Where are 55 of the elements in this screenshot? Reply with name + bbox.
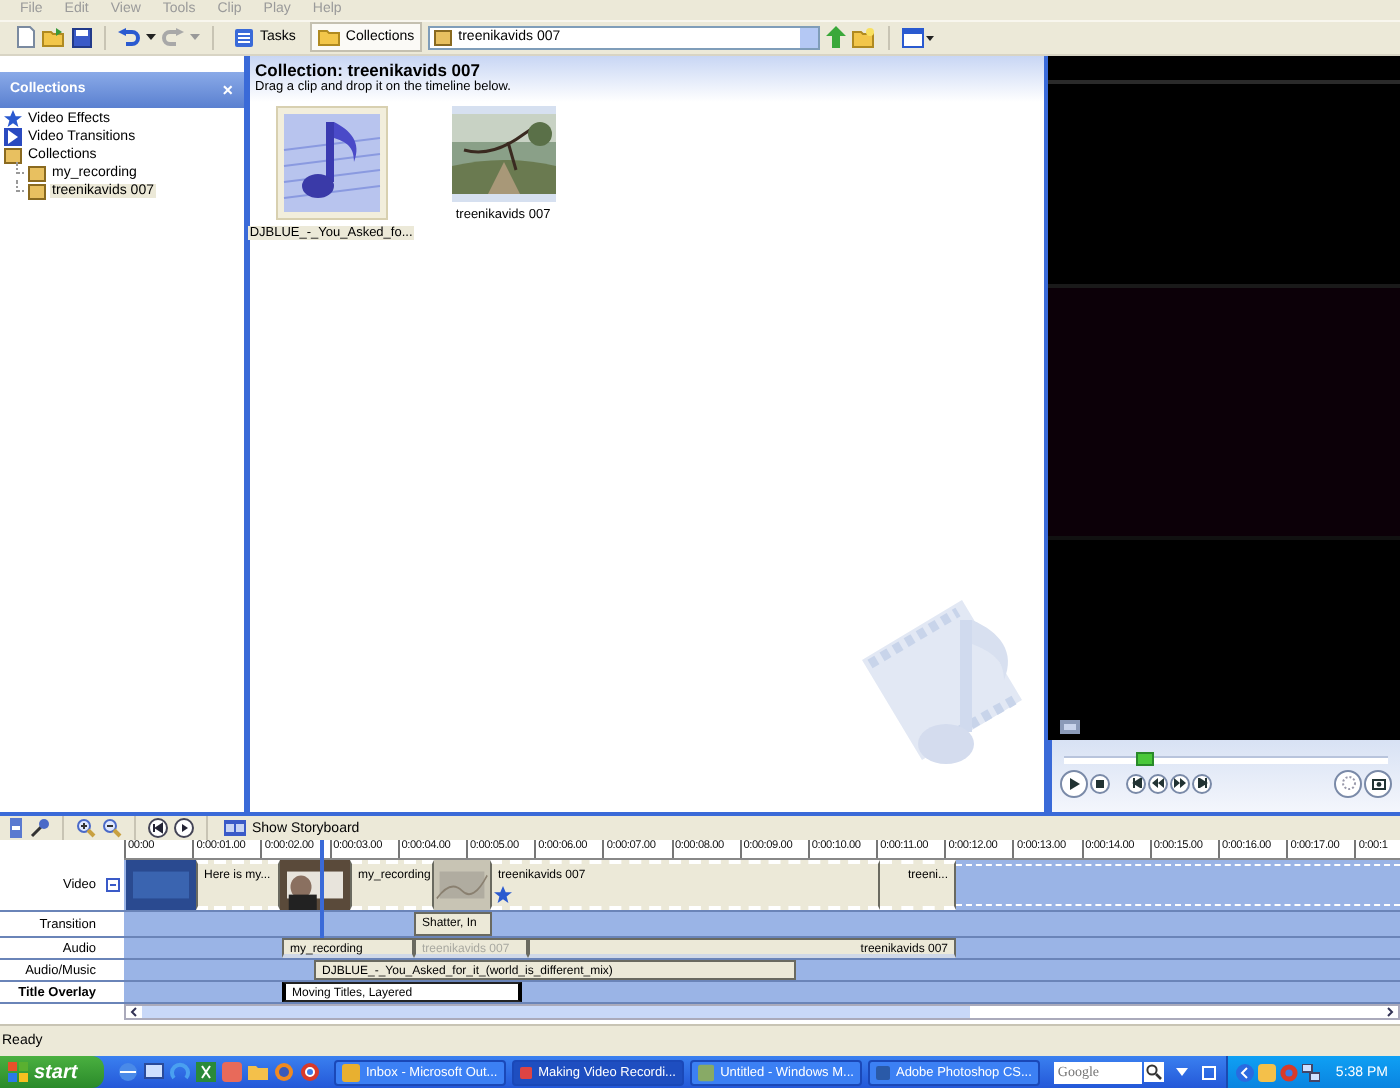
spreadsheet-icon[interactable] [195, 1062, 216, 1082]
app-icon [519, 1063, 533, 1081]
zoom-in-icon[interactable] [76, 818, 96, 839]
play-button[interactable] [1060, 769, 1088, 798]
app-icon [697, 1063, 715, 1081]
stop-icon [1096, 779, 1104, 788]
dotted-circle-icon [1341, 776, 1355, 791]
seek-thumb[interactable] [1135, 751, 1154, 766]
microphone-icon[interactable] [30, 818, 50, 839]
app-icon [341, 1063, 360, 1081]
skip-forward-icon [1197, 778, 1207, 789]
search-icon[interactable] [1143, 1062, 1164, 1082]
view-options-icon[interactable] [902, 27, 935, 48]
scroll-right-icon[interactable] [1382, 1006, 1398, 1019]
star-icon [4, 109, 22, 128]
undo-icon[interactable] [118, 27, 140, 48]
camera-icon [1371, 776, 1385, 791]
app-icon [875, 1063, 890, 1081]
browser-icon[interactable] [117, 1062, 138, 1082]
save-icon[interactable] [72, 27, 92, 48]
play-icon[interactable] [174, 818, 194, 839]
rewind-icon [1152, 778, 1164, 789]
fast-forward-button[interactable] [1170, 773, 1190, 794]
audio-levels-icon[interactable] [8, 818, 24, 839]
window-icon[interactable] [1201, 1065, 1216, 1079]
windows-logo-icon [8, 1062, 28, 1082]
collapse-icon[interactable] [106, 878, 120, 893]
tasks-icon [234, 27, 254, 48]
rewind-button[interactable] [1148, 773, 1168, 794]
desktop-icon[interactable] [143, 1062, 164, 1082]
next-frame-button[interactable] [1192, 773, 1212, 794]
new-folder-icon[interactable] [852, 27, 877, 48]
folder-icon [317, 28, 340, 47]
play-icon [1069, 777, 1079, 790]
caret-icon[interactable] [146, 33, 156, 42]
rewind-icon[interactable] [148, 818, 168, 839]
stop-button[interactable] [1090, 773, 1110, 794]
collection-icon [434, 28, 453, 47]
music-note-thumbnail[interactable] [275, 105, 388, 220]
storyboard-icon [224, 820, 246, 837]
collection-title: Collection: treenikavids 007 [255, 59, 482, 80]
expand-tray-icon[interactable] [1235, 1063, 1254, 1081]
zoom-out-icon[interactable] [102, 818, 122, 839]
new-file-icon[interactable] [16, 26, 36, 49]
network-icon[interactable] [1301, 1063, 1320, 1081]
browser-icon[interactable] [299, 1062, 320, 1082]
snapshot-button[interactable] [1364, 769, 1392, 798]
horizontal-scrollbar[interactable] [124, 1004, 1400, 1021]
skip-back-icon [1131, 778, 1141, 789]
folder-icon[interactable] [247, 1062, 268, 1082]
start-button[interactable]: start [0, 1056, 104, 1088]
fast-forward-icon [1174, 778, 1186, 789]
browser-icon[interactable] [273, 1062, 294, 1082]
previous-frame-button[interactable] [1126, 773, 1146, 794]
scroll-left-icon[interactable] [126, 1006, 142, 1019]
